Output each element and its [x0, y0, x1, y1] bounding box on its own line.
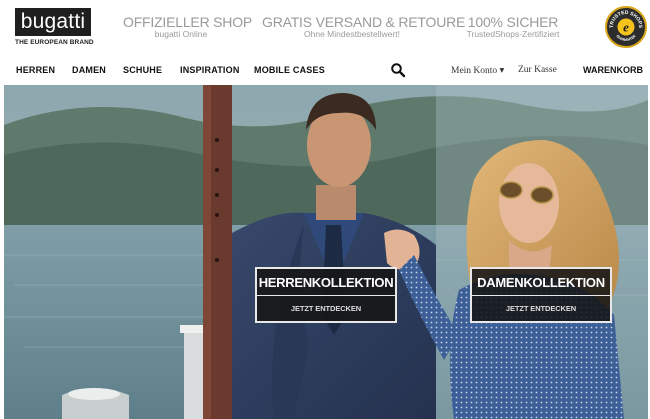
collection-title: HERRENKOLLEKTION [257, 269, 395, 296]
herren-collection-teaser[interactable]: HERRENKOLLEKTION JETZT ENTDECKEN [255, 267, 397, 323]
top-header: bugatti THE EUROPEAN BRAND OFFIZIELLER S… [0, 0, 650, 58]
checkout-link[interactable]: Zur Kasse [518, 65, 557, 75]
bugatti-logo[interactable]: bugatti THE EUROPEAN BRAND [15, 8, 94, 46]
discover-now-button[interactable]: JETZT ENTDECKEN [472, 296, 610, 321]
hero-banner: HERRENKOLLEKTION JETZT ENTDECKEN DAMENKO… [4, 85, 648, 419]
logo-wordmark: bugatti [15, 8, 91, 36]
promo-title: OFFIZIELLER SHOP [123, 14, 253, 30]
nav-item-schuhe[interactable]: SCHUHE [123, 65, 162, 75]
promo-free-shipping: GRATIS VERSAND & RETOURE Ohne Mindestbes… [262, 14, 466, 39]
trusted-shops-seal-graphic: TRUSTED SHOPS GUARANTEE e [609, 10, 643, 42]
main-nav: HERREN DAMEN SCHUHE INSPIRATION MOBILE C… [0, 58, 650, 84]
my-account-menu[interactable]: Mein Konto ▾ [451, 65, 504, 76]
cart-link[interactable]: WARENKORB [583, 65, 643, 75]
nav-item-inspiration[interactable]: INSPIRATION [180, 65, 240, 75]
nav-item-damen[interactable]: DAMEN [72, 65, 106, 75]
collection-title: DAMENKOLLEKTION [472, 269, 610, 296]
promo-title: GRATIS VERSAND & RETOURE [262, 14, 466, 30]
promo-official-shop: OFFIZIELLER SHOP bugatti Online [123, 14, 253, 39]
search-icon[interactable] [390, 62, 406, 78]
promo-title: 100% SICHER [467, 14, 559, 30]
promo-subtitle: TrustedShops-Zertifiziert [466, 29, 560, 39]
trusted-shops-seal-icon[interactable]: TRUSTED SHOPS GUARANTEE e [605, 6, 647, 48]
nav-item-herren[interactable]: HERREN [16, 65, 55, 75]
promo-secure: 100% SICHER TrustedShops-Zertifiziert [463, 15, 563, 39]
hero-image [4, 85, 648, 419]
logo-tagline: THE EUROPEAN BRAND [15, 39, 94, 46]
promo-subtitle: bugatti Online [154, 29, 208, 39]
seal-center-letter: e [623, 20, 629, 35]
promo-subtitle: Ohne Mindestbestellwert! [304, 29, 400, 39]
damen-collection-teaser[interactable]: DAMENKOLLEKTION JETZT ENTDECKEN [470, 267, 612, 323]
nav-item-mobile-cases[interactable]: MOBILE CASES [254, 65, 325, 75]
discover-now-button[interactable]: JETZT ENTDECKEN [257, 296, 395, 321]
